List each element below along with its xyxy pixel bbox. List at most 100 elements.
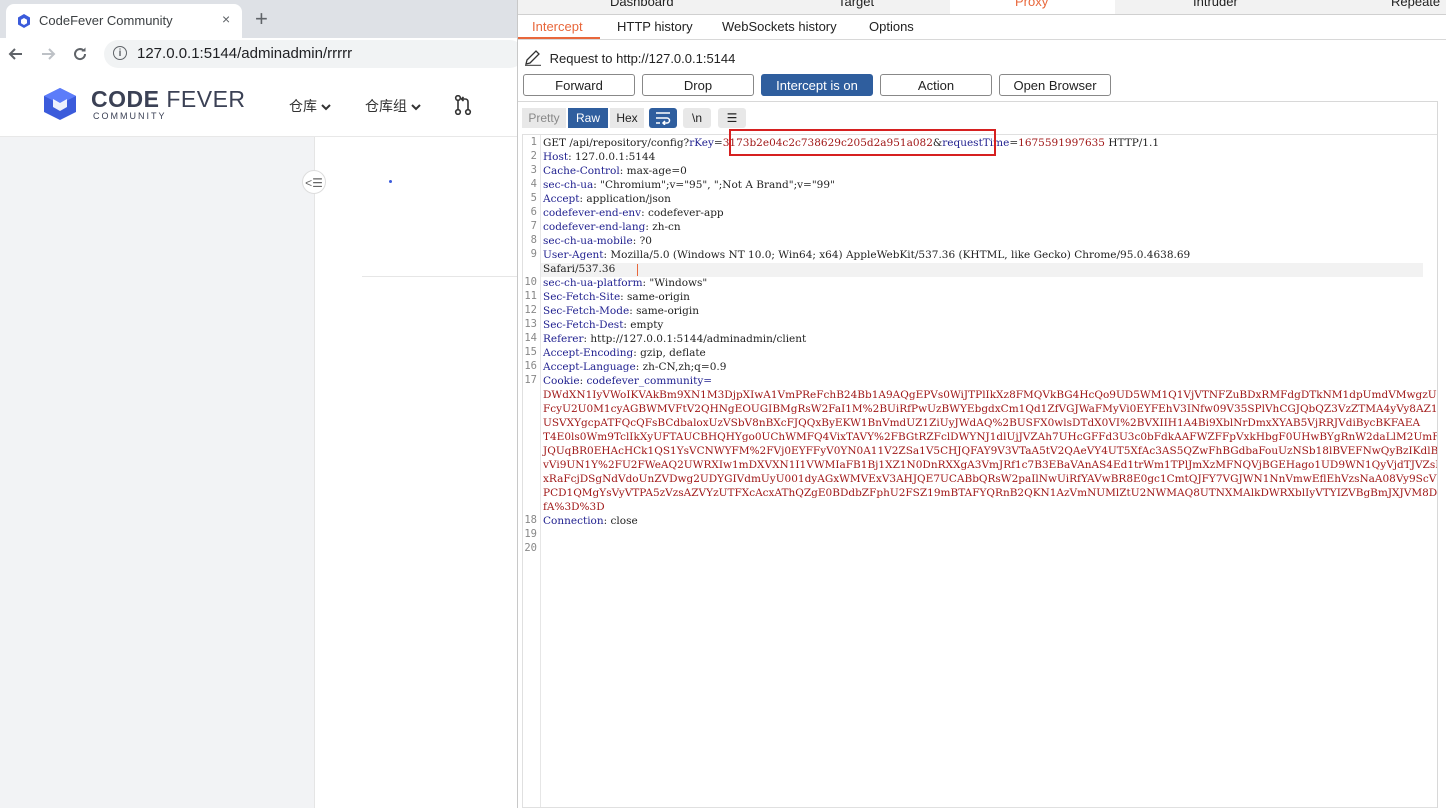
header-name: Accept-Encoding xyxy=(543,347,634,359)
request-editor[interactable]: 1 2 3 4 5 6 7 8 9 10 11 12 13 14 15 16 17 18 19 20 GET /api… xyxy=(522,129,1446,808)
tab-intercept[interactable]: Intercept xyxy=(518,15,600,39)
request-target-line: Request to http://127.0.0.1:5144 xyxy=(524,50,735,66)
header-value: close xyxy=(607,515,638,527)
tab-options[interactable]: Options xyxy=(869,19,914,34)
action-button[interactable]: Action xyxy=(880,74,992,96)
browser-tab[interactable]: CodeFever Community × xyxy=(6,4,242,38)
request-line: Safari/537.36 xyxy=(543,262,615,276)
header-value: 127.0.0.1:5144 xyxy=(571,151,656,163)
logo-subtitle: COMMUNITY xyxy=(93,111,167,121)
text-caret xyxy=(637,264,638,276)
browser-window: CodeFever Community × + i 127.0.0.1:5144… xyxy=(0,0,524,808)
right-inspector-strip[interactable] xyxy=(1437,101,1446,808)
line-number: 16 xyxy=(524,360,537,372)
site-info-icon[interactable]: i xyxy=(113,46,127,60)
line-number: 8 xyxy=(530,234,537,246)
header-name: Host xyxy=(543,151,569,163)
menu-repository[interactable]: 仓库 xyxy=(289,96,331,116)
http-version: HTTP/1.1 xyxy=(1105,137,1159,149)
request-line: fA%3D%3D xyxy=(543,500,605,514)
header-value: zh-CN,zh;q=0.9 xyxy=(639,361,727,373)
forward-button[interactable]: Forward xyxy=(523,74,635,96)
header-value: same-origin xyxy=(623,291,690,303)
logo-code-text: CODE xyxy=(91,86,160,112)
codefever-logo-icon[interactable] xyxy=(42,87,78,121)
content-divider xyxy=(362,276,517,277)
request-line: Accept: application/json xyxy=(543,192,671,206)
line-number: 5 xyxy=(530,192,537,204)
request-line: sec-ch-ua-platform: "Windows" xyxy=(543,276,707,290)
open-browser-button[interactable]: Open Browser xyxy=(999,74,1111,96)
request-line: Sec-Fetch-Mode: same-origin xyxy=(543,304,699,318)
header-name: codefever-end-env xyxy=(543,207,642,219)
highlight-box xyxy=(729,129,996,156)
header-name: Accept xyxy=(543,193,580,205)
line-number: 12 xyxy=(524,304,537,316)
drop-button[interactable]: Drop xyxy=(642,74,754,96)
request-line: Sec-Fetch-Dest: empty xyxy=(543,318,663,332)
browser-toolbar: i 127.0.0.1:5144/adminadmin/rrrrr xyxy=(0,38,524,70)
new-tab-icon[interactable]: + xyxy=(255,6,268,32)
tab-close-icon[interactable]: × xyxy=(222,11,230,27)
merge-request-icon[interactable] xyxy=(454,95,472,115)
cookie-value: T4E0ls0Wm9TclIkXyUFTAUCBHQHYgo0UChWMFQ4V… xyxy=(543,431,1444,443)
tab-intruder[interactable]: Intruder xyxy=(1193,0,1238,9)
header-value: same-origin xyxy=(632,305,699,317)
intercept-toggle-button[interactable]: Intercept is on xyxy=(761,74,873,96)
menu-icon[interactable]: ☰ xyxy=(718,108,746,128)
header-value: "Windows" xyxy=(646,277,708,289)
header-value: Mozilla/5.0 (Windows NT 10.0; Win64; x64… xyxy=(607,249,1191,261)
forward-arrow-icon[interactable] xyxy=(40,46,56,62)
chevron-down-icon xyxy=(411,104,421,111)
menu-repository-group-label: 仓库组 xyxy=(365,98,407,114)
line-number: 15 xyxy=(524,346,537,358)
cookie-value: fA%3D%3D xyxy=(543,501,605,513)
reload-icon[interactable] xyxy=(72,46,88,62)
header-name: Connection xyxy=(543,515,604,527)
collapse-sidebar-icon[interactable]: <☰ xyxy=(302,170,326,194)
request-line: Cache-Control: max-age=0 xyxy=(543,164,687,178)
cookie-value: xRaFcjDSgNdVdoUnZVDwg2UDYGIVdmUyU001dyAG… xyxy=(543,473,1446,485)
tab-http-history[interactable]: HTTP history xyxy=(617,19,693,34)
burp-main-tabs: Dashboard Target Proxy Intruder Repeate xyxy=(518,0,1446,15)
cookie-value: JQUqBR0EHAcHCk1QS1YsVCNWYFM%2FVj0EYFFyV0… xyxy=(543,445,1439,457)
tab-websockets-history[interactable]: WebSockets history xyxy=(722,19,837,34)
hex-view-button[interactable]: Hex xyxy=(610,108,644,128)
request-line: xRaFcjDSgNdVdoUnZVDwg2UDYGIVdmUyU001dyAG… xyxy=(543,472,1445,486)
line-number: 4 xyxy=(530,178,537,190)
tab-repeater[interactable]: Repeate xyxy=(1391,0,1440,9)
site-header: CODE FEVER COMMUNITY 仓库 仓库组 xyxy=(0,70,517,137)
show-newlines-icon[interactable]: \n xyxy=(683,108,711,128)
query-equals: = xyxy=(1009,137,1019,149)
word-wrap-icon[interactable] xyxy=(649,108,677,128)
wrap-lines-icon xyxy=(656,112,671,126)
header-name: sec-ch-ua-platform xyxy=(543,277,643,289)
request-line: sec-ch-ua: "Chromium";v="95", ";Not A Br… xyxy=(543,178,835,192)
back-arrow-icon[interactable] xyxy=(8,46,24,62)
logo-fever-text: FEVER xyxy=(159,86,246,112)
cookie-value: DWdXN1IyVWoIKVAkBm9XN1M3DjpXIwA1VmPReFch… xyxy=(543,389,1446,401)
header-name: Sec-Fetch-Mode xyxy=(543,305,630,317)
line-number: 19 xyxy=(524,528,537,540)
header-name: Accept-Language xyxy=(543,361,636,373)
request-line: sec-ch-ua-mobile: ?0 xyxy=(543,234,652,248)
pretty-view-button[interactable]: Pretty xyxy=(522,108,566,128)
request-line: DWdXN1IyVWoIKVAkBm9XN1M3DjpXIwA1VmPReFch… xyxy=(543,388,1446,402)
line-number: 18 xyxy=(524,514,537,526)
request-line: Host: 127.0.0.1:5144 xyxy=(543,150,655,164)
tab-strip: CodeFever Community × + xyxy=(0,0,517,38)
request-line: Sec-Fetch-Site: same-origin xyxy=(543,290,690,304)
request-line: User-Agent: Mozilla/5.0 (Windows NT 10.0… xyxy=(543,248,1190,262)
header-value: "Chromium";v="95", ";Not A Brand";v="99" xyxy=(596,179,835,191)
proxy-sub-tabs: Intercept HTTP history WebSockets histor… xyxy=(518,15,1446,40)
tab-target[interactable]: Target xyxy=(838,0,874,9)
address-bar[interactable]: i 127.0.0.1:5144/adminadmin/rrrrr xyxy=(104,40,524,68)
raw-view-button[interactable]: Raw xyxy=(568,108,608,128)
tab-proxy[interactable]: Proxy xyxy=(1015,0,1048,9)
cookie-value: FcyU2U0M1cyAGBWMVFtV2QHNgEOUGIBMgRsW2FaI… xyxy=(543,403,1446,415)
request-target-text: Request to http://127.0.0.1:5144 xyxy=(549,51,736,66)
menu-repository-label: 仓库 xyxy=(289,98,317,114)
menu-repository-group[interactable]: 仓库组 xyxy=(365,96,421,116)
request-method-path: GET /api/repository/config? xyxy=(543,137,690,149)
tab-dashboard[interactable]: Dashboard xyxy=(610,0,674,9)
